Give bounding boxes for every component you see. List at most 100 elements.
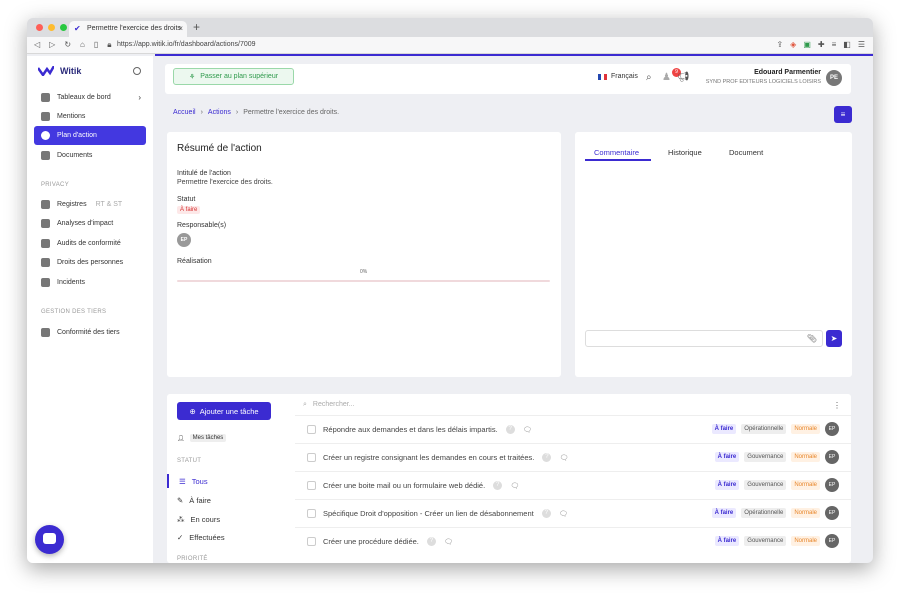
sidebar-item-label: Documents bbox=[57, 152, 93, 159]
browser-tab[interactable]: ✔ Permettre l'exercice des droits × bbox=[69, 21, 187, 37]
reading-list-icon[interactable]: ≡ bbox=[832, 40, 837, 49]
shield-icon bbox=[41, 219, 50, 228]
pencil-icon: ✎ bbox=[177, 495, 184, 505]
help-icon[interactable]: ? bbox=[541, 509, 551, 518]
minimize-window-button[interactable] bbox=[48, 24, 55, 31]
comments-icon[interactable]: 🗨︎ bbox=[559, 454, 568, 462]
task-checkbox[interactable] bbox=[307, 509, 316, 518]
task-checkbox[interactable] bbox=[307, 537, 316, 546]
sidebar-item-tableaux-de-bord[interactable]: Tableaux de bord › bbox=[34, 88, 146, 107]
tab-commentaire[interactable]: Commentaire bbox=[594, 148, 639, 157]
sidebar-item-conformite-des-tiers[interactable]: Conformité des tiers bbox=[34, 323, 146, 342]
task-search[interactable]: ⌕ Rechercher... bbox=[303, 401, 355, 409]
browser-window: ✔ Permettre l'exercice des droits × + ◁ … bbox=[27, 18, 873, 563]
status-badge: À faire bbox=[714, 480, 740, 490]
language-selector[interactable]: Français bbox=[598, 73, 638, 80]
my-tasks-filter[interactable]: 👤︎ Mes tâches bbox=[177, 434, 227, 442]
filter-en-cours[interactable]: ⁂ En cours bbox=[177, 512, 220, 526]
collapse-sidebar-icon[interactable] bbox=[133, 67, 141, 75]
tab-document[interactable]: Document bbox=[729, 148, 763, 157]
more-options-icon[interactable]: ⋮ bbox=[833, 401, 841, 410]
comment-input[interactable]: 📎︎ bbox=[585, 330, 823, 347]
extension-green-icon[interactable]: ▣ bbox=[803, 40, 811, 49]
task-row[interactable]: Créer un registre consignant les demande… bbox=[295, 443, 851, 471]
task-row[interactable]: Spécifique Droit d'opposition - Créer un… bbox=[295, 499, 851, 527]
people-icon bbox=[41, 258, 50, 267]
sidebar-item-label: Droits des personnes bbox=[57, 259, 124, 266]
notifications-icon[interactable]: ♟ bbox=[662, 72, 671, 83]
summary-title: Résumé de l'action bbox=[177, 143, 262, 154]
status-badge: À faire bbox=[714, 452, 740, 462]
help-icon[interactable]: ? bbox=[505, 425, 515, 434]
nav-controls: ◁ ▷ ↻ ⌂ ▯ 🔒︎ bbox=[34, 40, 112, 50]
brave-shield-icon[interactable]: ◈ bbox=[790, 40, 796, 49]
add-task-button[interactable]: ⊕ Ajouter une tâche bbox=[177, 402, 271, 420]
new-tab-button[interactable]: + bbox=[193, 20, 200, 34]
help-icon[interactable]: ? bbox=[542, 453, 552, 462]
task-row[interactable]: Créer une procédure dédiée.? 🗨︎ À faire Go… bbox=[295, 527, 851, 555]
bookmark-icon[interactable]: ▯ bbox=[94, 40, 98, 50]
task-row[interactable]: Répondre aux demandes et dans les délais… bbox=[295, 415, 851, 443]
sidebar-item-documents[interactable]: Documents bbox=[34, 146, 146, 165]
search-icon[interactable]: ⌕ bbox=[646, 72, 652, 83]
task-checkbox[interactable] bbox=[307, 453, 316, 462]
filter-a-faire[interactable]: ✎ À faire bbox=[177, 493, 211, 507]
tab-historique[interactable]: Historique bbox=[668, 148, 702, 157]
sidebar-item-analyses-d-impact[interactable]: Analyses d'impact bbox=[34, 214, 146, 233]
active-tab-indicator bbox=[585, 159, 651, 161]
back-icon[interactable]: ◁ bbox=[34, 40, 40, 50]
sidebar-toggle-icon[interactable]: ◧ bbox=[843, 40, 851, 49]
task-row[interactable]: Créer une boite mail ou un formulaire we… bbox=[295, 471, 851, 499]
priority-badge: Normale bbox=[791, 536, 820, 546]
url-field[interactable]: https://app.witik.io/fr/dashboard/action… bbox=[117, 41, 256, 48]
comments-icon[interactable]: 🗨︎ bbox=[444, 538, 453, 546]
sidebar-item-incidents[interactable]: Incidents bbox=[34, 273, 146, 292]
filter-tous[interactable]: ☰ Tous bbox=[167, 474, 208, 488]
assignee-avatar[interactable]: EP bbox=[825, 422, 839, 436]
assignee-avatar[interactable]: EP bbox=[825, 450, 839, 464]
send-comment-button[interactable]: ➤ bbox=[826, 330, 842, 347]
assignee-avatar[interactable]: EP bbox=[825, 478, 839, 492]
responsable-avatar[interactable]: EP bbox=[177, 233, 191, 247]
assignee-avatar[interactable]: EP bbox=[825, 534, 839, 548]
search-icon: ⌕ bbox=[303, 401, 307, 408]
help-icon[interactable]: ? bbox=[493, 481, 503, 490]
sidebar-item-audits[interactable]: Audits de conformité bbox=[34, 234, 146, 253]
section-privacy: PRIVACY bbox=[41, 182, 69, 188]
priorite-section: PRIORITÉ bbox=[177, 556, 208, 562]
close-window-button[interactable] bbox=[36, 24, 43, 31]
comments-icon[interactable]: 🗨︎ bbox=[559, 510, 568, 518]
comments-icon[interactable]: 🗨︎ bbox=[510, 482, 519, 490]
menu-icon[interactable]: ☰ bbox=[858, 40, 865, 49]
task-checkbox[interactable] bbox=[307, 481, 316, 490]
sidebar-item-mentions[interactable]: Mentions bbox=[34, 107, 146, 126]
breadcrumb-home[interactable]: Accueil bbox=[173, 109, 196, 116]
actions-menu-button[interactable]: ≡ bbox=[834, 106, 852, 123]
user-avatar[interactable]: PE bbox=[826, 70, 842, 86]
share-icon[interactable]: ⇪ bbox=[776, 40, 783, 49]
comments-icon[interactable]: 🗨︎ bbox=[523, 426, 532, 434]
sidebar-item-registres[interactable]: Registres RT & ST bbox=[34, 195, 146, 214]
sidebar-item-plan-d-action[interactable]: Plan d'action bbox=[34, 126, 146, 145]
filter-effectuees[interactable]: ✓ Effectuées bbox=[177, 530, 225, 544]
intitule-value: Permettre l'exercice des droits. bbox=[177, 179, 273, 186]
sidebar-item-droits-des-personnes[interactable]: Droits des personnes bbox=[34, 253, 146, 272]
home-icon[interactable]: ⌂ bbox=[80, 40, 85, 50]
megaphone-icon[interactable]: 📢︎ bbox=[677, 72, 690, 83]
intitule-label: Intitulé de l'action bbox=[177, 170, 231, 177]
help-icon[interactable]: ? bbox=[426, 537, 436, 546]
attachment-icon[interactable]: 📎︎ bbox=[807, 334, 817, 343]
chat-launcher-button[interactable] bbox=[35, 525, 64, 554]
tab-close-icon[interactable]: × bbox=[178, 21, 183, 37]
breadcrumb-actions[interactable]: Actions bbox=[208, 109, 231, 116]
zoom-window-button[interactable] bbox=[60, 24, 67, 31]
reload-icon[interactable]: ↻ bbox=[64, 40, 71, 50]
task-checkbox[interactable] bbox=[307, 425, 316, 434]
assignee-avatar[interactable]: EP bbox=[825, 506, 839, 520]
forward-icon[interactable]: ▷ bbox=[49, 40, 55, 50]
person-icon: 👤︎ bbox=[177, 435, 185, 442]
brand-logo[interactable]: Witik bbox=[38, 66, 81, 76]
witik-favicon-icon: ✔ bbox=[74, 24, 81, 33]
upgrade-button[interactable]: ⚘ Passer au plan supérieur bbox=[173, 68, 294, 85]
puzzle-icon[interactable]: ✚ bbox=[818, 40, 825, 49]
